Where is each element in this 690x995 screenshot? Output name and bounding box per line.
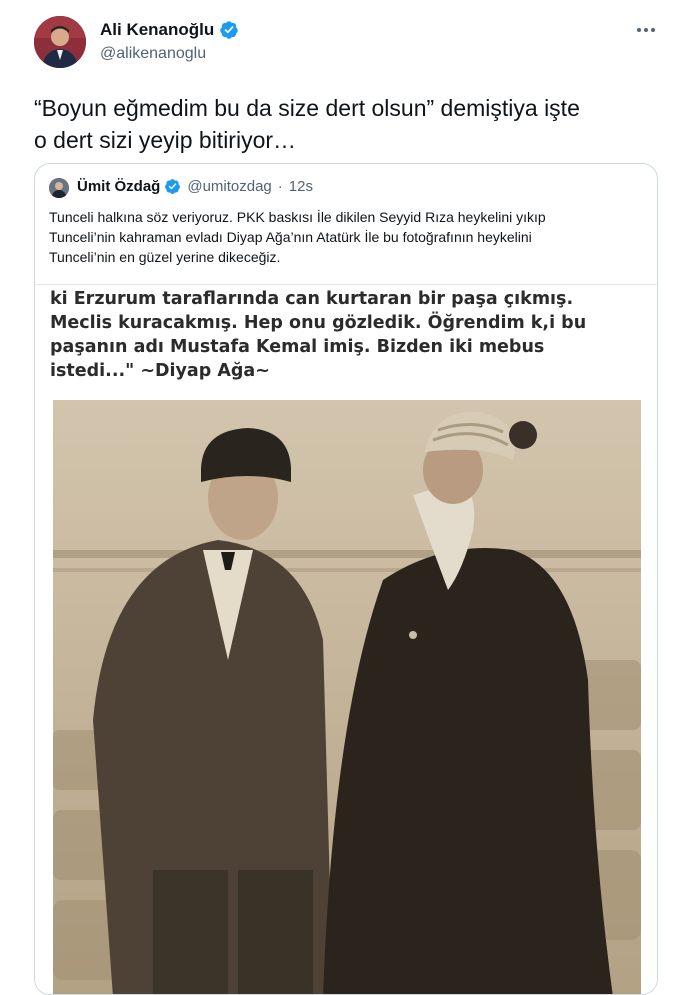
media-caption-line: istedi..." ~Diyap Ağa~ <box>50 361 270 381</box>
quoted-tweet-card[interactable]: Ümit Özdağ @umitozdag · 12s Tunceli halk… <box>34 163 658 995</box>
quoted-text-line: Tunceli’nin kahraman evladı Diyap Ağa’nı… <box>49 229 532 245</box>
avatar-photo-icon <box>49 178 69 198</box>
sepia-photo-icon <box>53 400 641 994</box>
verified-badge-icon <box>220 21 239 39</box>
quoted-author-avatar[interactable] <box>49 178 69 198</box>
quoted-author-name[interactable]: Ümit Özdağ <box>77 178 160 195</box>
author-name-text: Ali Kenanoğlu <box>100 20 215 39</box>
quoted-author-handle[interactable]: @umitozdag <box>187 178 271 195</box>
author-avatar[interactable] <box>34 16 86 68</box>
media-caption-line: paşanın adı Mustafa Kemal imiş. Bizden i… <box>50 337 545 357</box>
historical-photo[interactable] <box>53 400 641 994</box>
quoted-text-line: Tunceli halkına söz veriyoruz. PKK baskı… <box>49 209 546 225</box>
tweet-text-line: “Boyun eğmedim bu da size dert olsun” de… <box>34 95 580 121</box>
avatar-photo-icon <box>34 16 86 68</box>
quoted-header: Ümit Özdağ @umitozdag · 12s <box>77 178 313 195</box>
quoted-tweet-text: Tunceli halkına söz veriyoruz. PKK baskı… <box>49 207 647 267</box>
author-handle[interactable]: @alikenanoglu <box>100 45 206 63</box>
verified-badge-icon <box>165 179 181 194</box>
media-caption-line: ki Erzurum taraflarında can kurtaran bir… <box>50 289 574 309</box>
tweet: Ali Kenanoğlu @alikenanoglu “Boyun eğmed… <box>0 0 690 995</box>
tweet-text-line: o dert sizi yeyip bitiriyor… <box>34 127 297 153</box>
quoted-media[interactable]: ki Erzurum taraflarında can kurtaran bir… <box>35 284 657 994</box>
quoted-text-line: Tunceli’nin en güzel yerine dikeceğiz. <box>49 249 281 265</box>
more-options-icon[interactable] <box>632 20 660 40</box>
media-caption-line: Meclis kuracakmış. Hep onu gözledik. Öğr… <box>50 313 587 333</box>
time-separator: · <box>277 178 283 195</box>
tweet-text: “Boyun eğmedim bu da size dert olsun” de… <box>34 92 664 156</box>
quoted-timestamp[interactable]: 12s <box>289 178 313 195</box>
author-name[interactable]: Ali Kenanoğlu <box>100 20 239 40</box>
media-caption: ki Erzurum taraflarında can kurtaran bir… <box>50 287 640 383</box>
